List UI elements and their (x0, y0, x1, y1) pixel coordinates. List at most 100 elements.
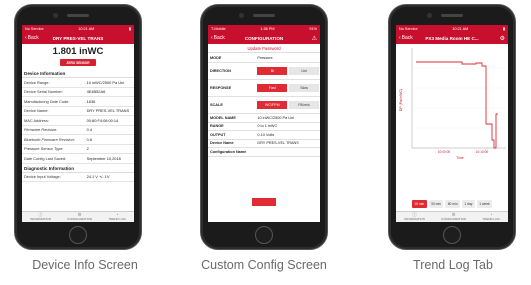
carrier-text: T-Mobile (211, 26, 226, 31)
response-option-slow[interactable]: Slow (289, 83, 319, 93)
row-label: MODEL NAME (210, 115, 236, 120)
time-range-selector: 10 min 30 min 60 min 1 day 1 week (396, 200, 508, 208)
list-item: Date Config Last Saved: September 10,2018 (22, 154, 134, 164)
x-tick-label: 10:00:00 (438, 150, 451, 154)
nav-bar: ‹ Back DRY PRES-VEL TRANS (22, 32, 134, 44)
nav-bar: ‹ Back PX3 Media Room HE C... ⚙ (396, 32, 508, 44)
caption-custom-config: Custom Config Screen (201, 258, 327, 272)
update-password-link[interactable]: Update Password (208, 44, 320, 53)
range-1-day[interactable]: 1 day (461, 200, 475, 208)
list-item: Pressure Sensor Type: 2 (22, 145, 134, 154)
tab-bar (208, 211, 320, 222)
phone-speaker (253, 14, 275, 17)
save-button[interactable] (252, 198, 276, 206)
tab-label: INFORMATION (404, 217, 425, 222)
row-label: Device Serial Number: (24, 89, 63, 95)
mode-value[interactable]: Pressure (257, 56, 319, 60)
row-value[interactable]: 10 inWC/2500 Pa Uni (257, 116, 319, 120)
list-item: Device Range: 10 inWC/2500 Pa Uni (22, 78, 134, 88)
direction-row: DIRECTION Bi Uni (208, 63, 320, 80)
response-row: RESPONSE Fast Slow (208, 80, 320, 97)
x-axis-label: Time (456, 156, 464, 160)
direction-label: DIRECTION (210, 69, 231, 73)
scale-option-pa-ms[interactable]: PA/m/s (289, 100, 319, 110)
direction-toggle: Bi Uni (257, 66, 319, 76)
trend-log-screen: No Service 10:21 AM ▮ ‹ Back PX3 Media R… (396, 25, 508, 222)
tab-information[interactable]: ⓘ INFORMATION (404, 212, 425, 222)
trend-line (416, 61, 498, 149)
tab-configuration[interactable]: ⚙ CONFIGURATION (67, 212, 93, 222)
warning-icon[interactable]: ⚠ (312, 35, 317, 42)
back-button[interactable]: ‹ Back (399, 35, 413, 41)
tab-trend-log[interactable]: ◔ TREND LOG (108, 212, 126, 221)
range-10-min[interactable]: 10 min (411, 200, 427, 208)
row-label: Bluetooth Firmware Revision: (24, 136, 75, 142)
chevron-left-icon: ‹ (25, 35, 27, 41)
scale-row: SCALE WC/FPM PA/m/s (208, 97, 320, 114)
back-label: Back (401, 35, 413, 41)
table-row: MODEL NAME 10 inWC/2500 Pa Uni (208, 114, 320, 123)
scale-label: SCALE (210, 103, 223, 107)
zero-sensor-button[interactable]: ZERO SENSOR (60, 59, 96, 66)
caption-device-info: Device Info Screen (32, 258, 138, 272)
response-option-fast[interactable]: Fast (257, 83, 288, 93)
carrier-text: No Service (25, 26, 44, 31)
response-label: RESPONSE (210, 86, 232, 90)
row-value: 00:80:F4:08:00:14 (86, 117, 119, 123)
row-label: Date Config Last Saved: (24, 155, 67, 161)
nav-bar: ‹ Back CONFIGURATION ⚠ (208, 32, 320, 44)
device-information-heading: Device Information (22, 69, 134, 78)
x-tick-label: 10:10:00 (476, 150, 489, 154)
row-label: RANGE (210, 124, 224, 129)
phone-config: T-Mobile 1:58 PM 91% ‹ Back CONFIGURATIO… (200, 4, 328, 250)
battery-icon: ▮ (128, 27, 131, 31)
chevron-left-icon: ‹ (399, 35, 401, 41)
list-item: Device Serial Number: 4E4B52A6 (22, 88, 134, 97)
row-value[interactable]: 0-10 Volts (257, 133, 319, 137)
back-button[interactable]: ‹ Back (211, 35, 225, 41)
row-label: Device Input Voltage: (24, 174, 61, 180)
table-row: RANGE 0 to 1 inWC (208, 123, 320, 131)
table-row: Configuration Name (208, 148, 320, 157)
carrier-text: No Service (399, 26, 418, 31)
tab-trend-log[interactable]: ◔ TREND LOG (482, 212, 500, 222)
home-button[interactable] (443, 226, 461, 244)
phone-camera (427, 13, 432, 18)
y-axis-label: DP (Pa/inWC) (399, 89, 403, 112)
tab-information[interactable]: ⓘ INFORMATION (30, 212, 51, 222)
direction-option-bi[interactable]: Bi (257, 66, 288, 76)
mode-row: MODE Pressure (208, 53, 320, 63)
row-label: Firmware Revision: (24, 127, 58, 133)
config-screen: T-Mobile 1:58 PM 91% ‹ Back CONFIGURATIO… (208, 25, 320, 222)
row-value[interactable]: DRY PRES-VEL TRANS (257, 141, 319, 145)
row-value[interactable]: 0 to 1 inWC (257, 124, 319, 128)
range-1-week[interactable]: 1 week (476, 200, 493, 208)
home-button[interactable] (255, 226, 273, 244)
list-item: MAC Address: 00:80:F4:08:00:14 (22, 116, 134, 126)
tab-label: CONFIGURATION (441, 217, 467, 222)
row-label: Device Range: (24, 79, 50, 85)
device-info-screen: No Service 10:21 AM ▮ ‹ Back DRY PRES-VE… (22, 25, 134, 222)
tab-configuration[interactable]: ⚙ CONFIGURATION (441, 212, 467, 222)
tab-label: TREND LOG (482, 217, 500, 222)
settings-gear-icon[interactable]: ⚙ (500, 35, 505, 42)
row-value: 2 (86, 146, 89, 152)
range-30-min[interactable]: 30 min (428, 200, 444, 208)
list-item: Device Name: DRY PRES-VEL TRANS (22, 107, 134, 116)
phone-device-info: No Service 10:21 AM ▮ ‹ Back DRY PRES-VE… (14, 4, 142, 250)
scale-option-wc-fpm[interactable]: WC/FPM (257, 100, 288, 110)
direction-option-uni[interactable]: Uni (289, 66, 319, 76)
back-button[interactable]: ‹ Back (25, 35, 39, 41)
status-bar: T-Mobile 1:58 PM 91% (208, 25, 320, 32)
phone-speaker (67, 14, 89, 17)
list-item: Bluetooth Firmware Revision: 0.6 (22, 135, 134, 145)
row-value: DRY PRES-VEL TRANS (86, 108, 130, 114)
phone-speaker (441, 14, 463, 17)
phone-camera (239, 13, 244, 18)
range-60-min[interactable]: 60 min (445, 200, 460, 208)
row-label: Manufacturing Date Code: (24, 98, 70, 104)
tab-label: INFORMATION (30, 217, 51, 222)
tab-label: CONFIGURATION (67, 217, 93, 222)
back-label: Back (27, 35, 39, 41)
home-button[interactable] (69, 226, 87, 244)
